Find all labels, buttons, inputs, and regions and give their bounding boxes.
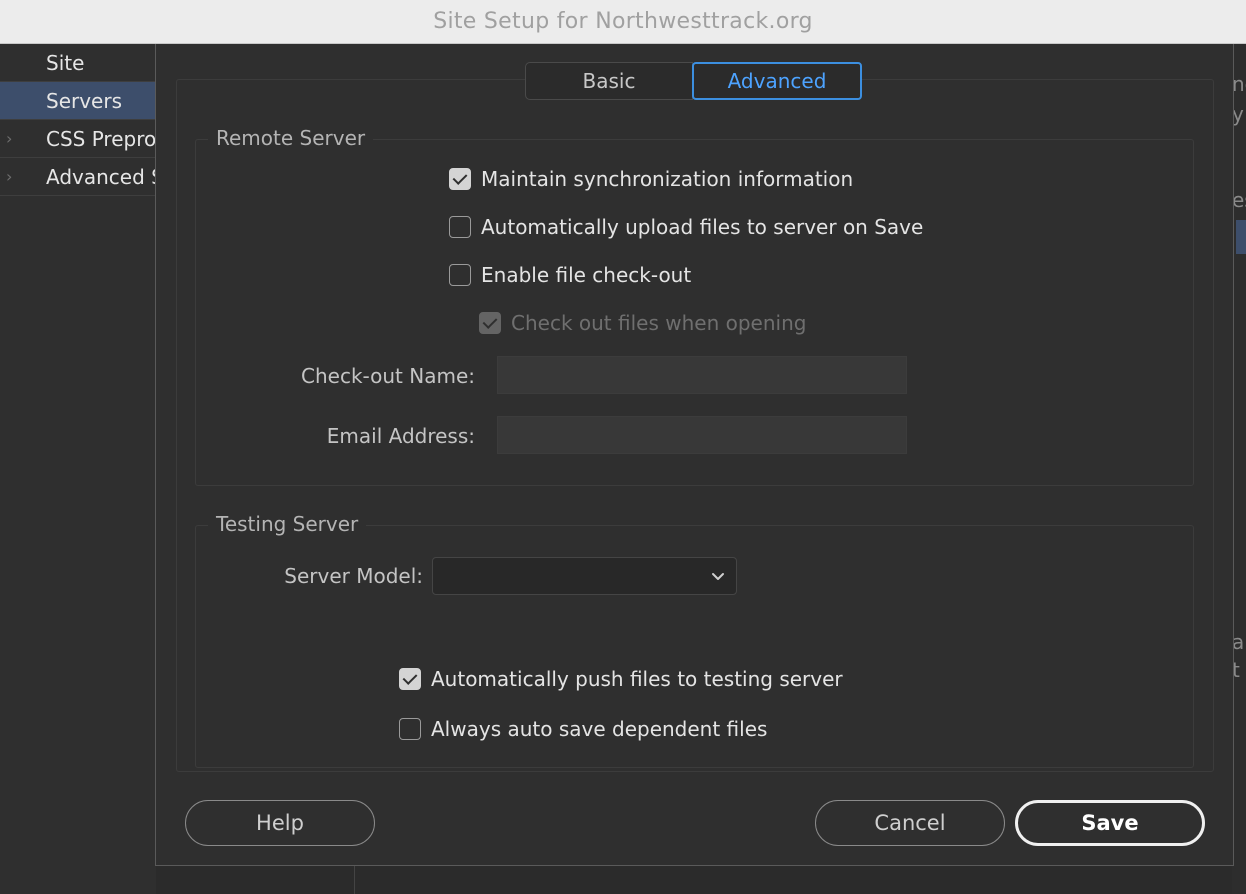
checkbox-label: Automatically upload files to server on … <box>481 215 924 239</box>
advanced-server-dialog: Basic Advanced Remote Server Maintain sy… <box>155 44 1234 866</box>
cancel-button[interactable]: Cancel <box>815 800 1005 846</box>
checkbox-label: Always auto save dependent files <box>431 717 768 741</box>
auto-save-dependent-checkbox[interactable]: Always auto save dependent files <box>399 717 767 741</box>
server-model-label: Server Model: <box>284 564 423 588</box>
enable-checkout-checkbox[interactable]: Enable file check-out <box>449 263 691 287</box>
checkout-name-label: Check-out Name: <box>301 364 475 388</box>
background-selection <box>1236 220 1246 254</box>
site-setup-sidebar: Site Servers › CSS Preprocessors › Advan… <box>0 44 156 894</box>
checkbox-checked-icon[interactable] <box>399 668 421 690</box>
checkbox-label: Automatically push files to testing serv… <box>431 667 843 691</box>
sidebar-item-css-preprocessors[interactable]: › CSS Preprocessors <box>0 120 156 158</box>
window-titlebar: Site Setup for Northwesttrack.org <box>0 0 1246 44</box>
remote-server-title: Remote Server <box>208 126 374 150</box>
checkbox-unchecked-icon[interactable] <box>399 718 421 740</box>
email-address-field[interactable] <box>497 416 907 454</box>
checkbox-label: Check out files when opening <box>511 311 807 335</box>
tab-basic[interactable]: Basic <box>525 62 693 100</box>
save-button[interactable]: Save <box>1015 800 1205 846</box>
sidebar-item-label: Servers <box>46 88 123 113</box>
auto-push-checkbox[interactable]: Automatically push files to testing serv… <box>399 667 843 691</box>
background-panel-edge: ne y es ab t <box>1232 44 1246 894</box>
tab-bar: Basic Advanced <box>525 62 862 100</box>
sidebar-item-label: Site <box>46 50 85 75</box>
remote-server-group: Remote Server Maintain synchronization i… <box>195 126 1194 486</box>
checkbox-checked-icon <box>479 312 501 334</box>
sidebar-item-advanced-settings[interactable]: › Advanced Settings <box>0 158 156 196</box>
auto-upload-checkbox[interactable]: Automatically upload files to server on … <box>449 215 923 239</box>
help-button[interactable]: Help <box>185 800 375 846</box>
sidebar-item-servers[interactable]: Servers <box>0 82 156 120</box>
sidebar-item-label: Advanced Settings <box>46 164 156 189</box>
sidebar-item-site[interactable]: Site <box>0 44 156 82</box>
background-text-fragment: ne <box>1232 72 1246 96</box>
checkbox-label: Enable file check-out <box>481 263 692 287</box>
background-text-fragment: es <box>1232 188 1246 212</box>
window-title: Site Setup for Northwesttrack.org <box>433 9 813 34</box>
checkbox-label: Maintain synchronization information <box>481 167 854 191</box>
maintain-sync-checkbox[interactable]: Maintain synchronization information <box>449 167 853 191</box>
chevron-right-icon[interactable]: › <box>6 167 12 186</box>
background-text-fragment: ab <box>1232 630 1246 654</box>
testing-server-title: Testing Server <box>208 512 367 536</box>
sidebar-item-label: CSS Preprocessors <box>46 126 156 151</box>
background-divider <box>354 864 355 894</box>
chevron-down-icon <box>712 573 724 580</box>
testing-server-group: Testing Server Server Model: Automatical… <box>195 512 1194 768</box>
checkbox-unchecked-icon[interactable] <box>449 216 471 238</box>
checkout-name-field[interactable] <box>497 356 907 394</box>
chevron-right-icon[interactable]: › <box>6 129 12 148</box>
tab-advanced[interactable]: Advanced <box>692 62 862 100</box>
checkbox-checked-icon[interactable] <box>449 168 471 190</box>
checkbox-unchecked-icon[interactable] <box>449 264 471 286</box>
checkout-when-opening-checkbox: Check out files when opening <box>479 311 806 335</box>
email-address-label: Email Address: <box>326 424 475 448</box>
server-model-select[interactable] <box>432 557 737 595</box>
